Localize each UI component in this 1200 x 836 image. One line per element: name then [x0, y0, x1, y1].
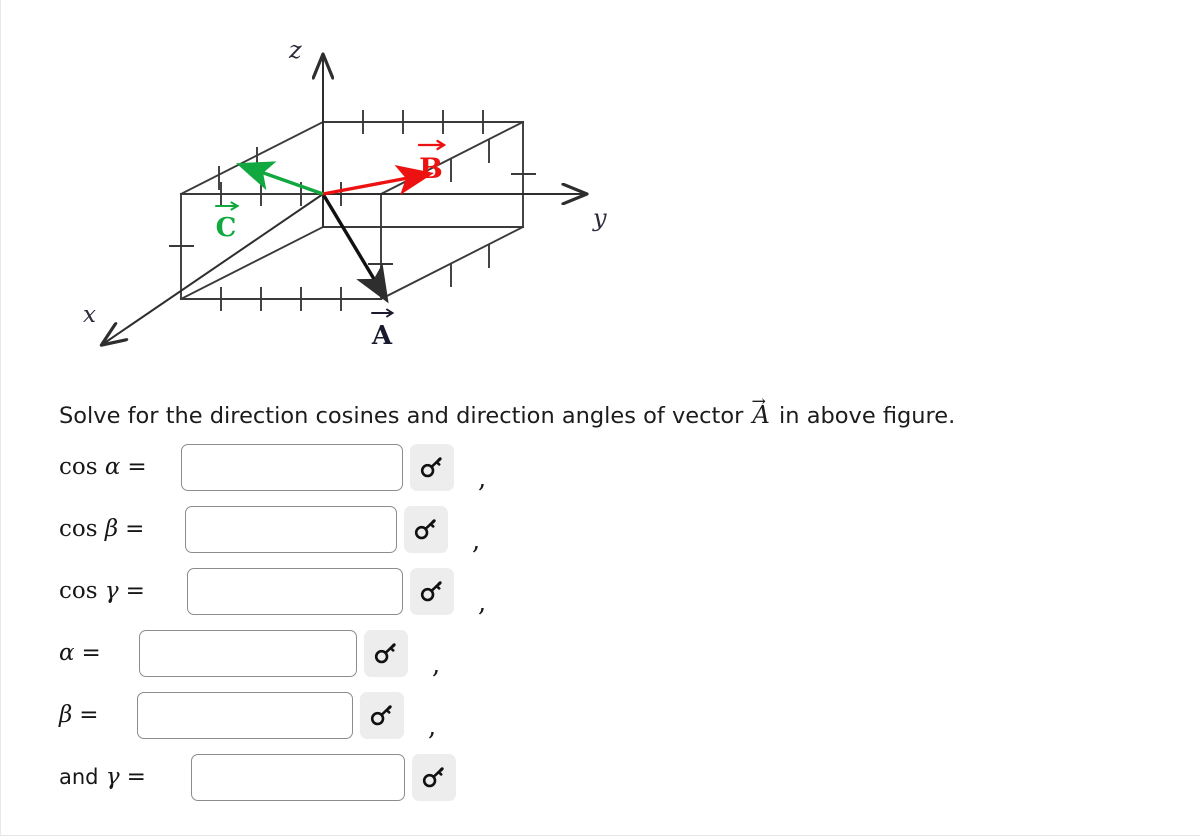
equation-editor-key-button-cos-alpha[interactable] [410, 443, 454, 491]
svg-text:A: A [371, 321, 393, 351]
answer-label-symbol: α [59, 640, 75, 666]
answer-label-symbol: β [104, 516, 119, 542]
answer-label-cos-alpha: cos α = [59, 454, 181, 480]
equals-sign: = [126, 764, 146, 790]
equation-editor-key-button-alpha[interactable] [364, 629, 408, 677]
answer-row: cos γ =, [1, 560, 1200, 622]
row-separator: , [432, 650, 441, 680]
answer-label-alpha: α = [59, 640, 139, 666]
answer-row-inner: cos β =, [59, 498, 480, 560]
vector-c-arrow [236, 161, 324, 196]
vector-figure: z y x A B C [61, 14, 641, 374]
vector-label-c: C [214, 201, 240, 243]
key-icon [419, 578, 445, 604]
equals-sign: = [127, 454, 147, 480]
answer-label-symbol: β [59, 702, 73, 728]
answer-row-inner: α =, [59, 622, 440, 684]
row-separator: , [472, 526, 481, 556]
answer-label-prefix: cos [59, 516, 98, 542]
equals-sign: = [125, 578, 145, 604]
axis-label-x: x [83, 302, 96, 328]
vector-label-b: B [417, 139, 447, 185]
answer-row-inner: cos γ =, [59, 560, 486, 622]
overarrow-icon: → [751, 392, 767, 413]
answer-input-cos-beta[interactable] [185, 505, 397, 553]
axis-label-z: z [288, 36, 302, 64]
answer-row-inner: β =, [59, 684, 436, 746]
answer-label-prefix: cos [59, 578, 98, 604]
equation-editor-key-button-cos-gamma[interactable] [410, 567, 454, 615]
vector-b-arrow [322, 164, 435, 196]
equals-sign: = [81, 640, 101, 666]
equation-editor-key-button-cos-beta[interactable] [404, 505, 448, 553]
key-icon [373, 640, 399, 666]
answer-row: cos β =, [1, 498, 1200, 560]
box-wireframe [179, 120, 525, 301]
question-text: Solve for the direction cosines and dire… [59, 392, 1129, 430]
vector-a-arrow [321, 193, 389, 304]
answer-input-gamma[interactable] [191, 753, 405, 801]
equals-sign: = [79, 702, 99, 728]
question-vector-symbol: → A [751, 392, 770, 429]
row-separator: , [428, 712, 437, 742]
answer-label-cos-beta: cos β = [59, 516, 185, 542]
answer-rows: cos α =, cos β =, cos γ =, α =, β =, and γ = [1, 436, 1200, 808]
answer-label-gamma: and γ = [59, 764, 191, 790]
answer-input-alpha[interactable] [139, 629, 357, 677]
answer-label-prefix: and [59, 765, 99, 789]
answer-label-symbol: α [104, 454, 121, 480]
answer-label-cos-gamma: cos γ = [59, 578, 187, 604]
answer-input-cos-alpha[interactable] [181, 443, 403, 491]
answer-row: cos α =, [1, 436, 1200, 498]
svg-text:C: C [216, 213, 237, 243]
key-icon [419, 454, 445, 480]
x-axis [103, 193, 324, 344]
answer-label-symbol: γ [105, 764, 120, 790]
vector-diagram-svg: z y x A B C [83, 36, 607, 351]
answer-row-inner: and γ = [59, 746, 456, 808]
question-text-after: in above figure. [779, 403, 956, 429]
answer-label-prefix: cos [59, 454, 98, 480]
vector-label-a: A [371, 308, 395, 351]
answer-row: α =, [1, 622, 1200, 684]
answer-label-beta: β = [59, 702, 137, 728]
equation-editor-key-button-gamma[interactable] [412, 753, 456, 801]
answer-row-inner: cos α =, [59, 436, 486, 498]
key-icon [369, 702, 395, 728]
row-separator: , [478, 464, 487, 494]
answer-input-beta[interactable] [137, 691, 353, 739]
equals-sign: = [125, 516, 145, 542]
answer-row: and γ = [1, 746, 1200, 808]
equation-editor-key-button-beta[interactable] [360, 691, 404, 739]
axis-label-y: y [592, 204, 607, 232]
page-root: z y x A B C Solve for the direction cosi… [0, 0, 1200, 836]
key-icon [421, 764, 447, 790]
answer-label-symbol: γ [104, 578, 119, 604]
svg-text:B: B [419, 152, 443, 185]
question-text-before: Solve for the direction cosines and dire… [59, 403, 744, 429]
row-separator: , [478, 588, 487, 618]
answer-input-cos-gamma[interactable] [187, 567, 403, 615]
key-icon [413, 516, 439, 542]
answer-row: β =, [1, 684, 1200, 746]
